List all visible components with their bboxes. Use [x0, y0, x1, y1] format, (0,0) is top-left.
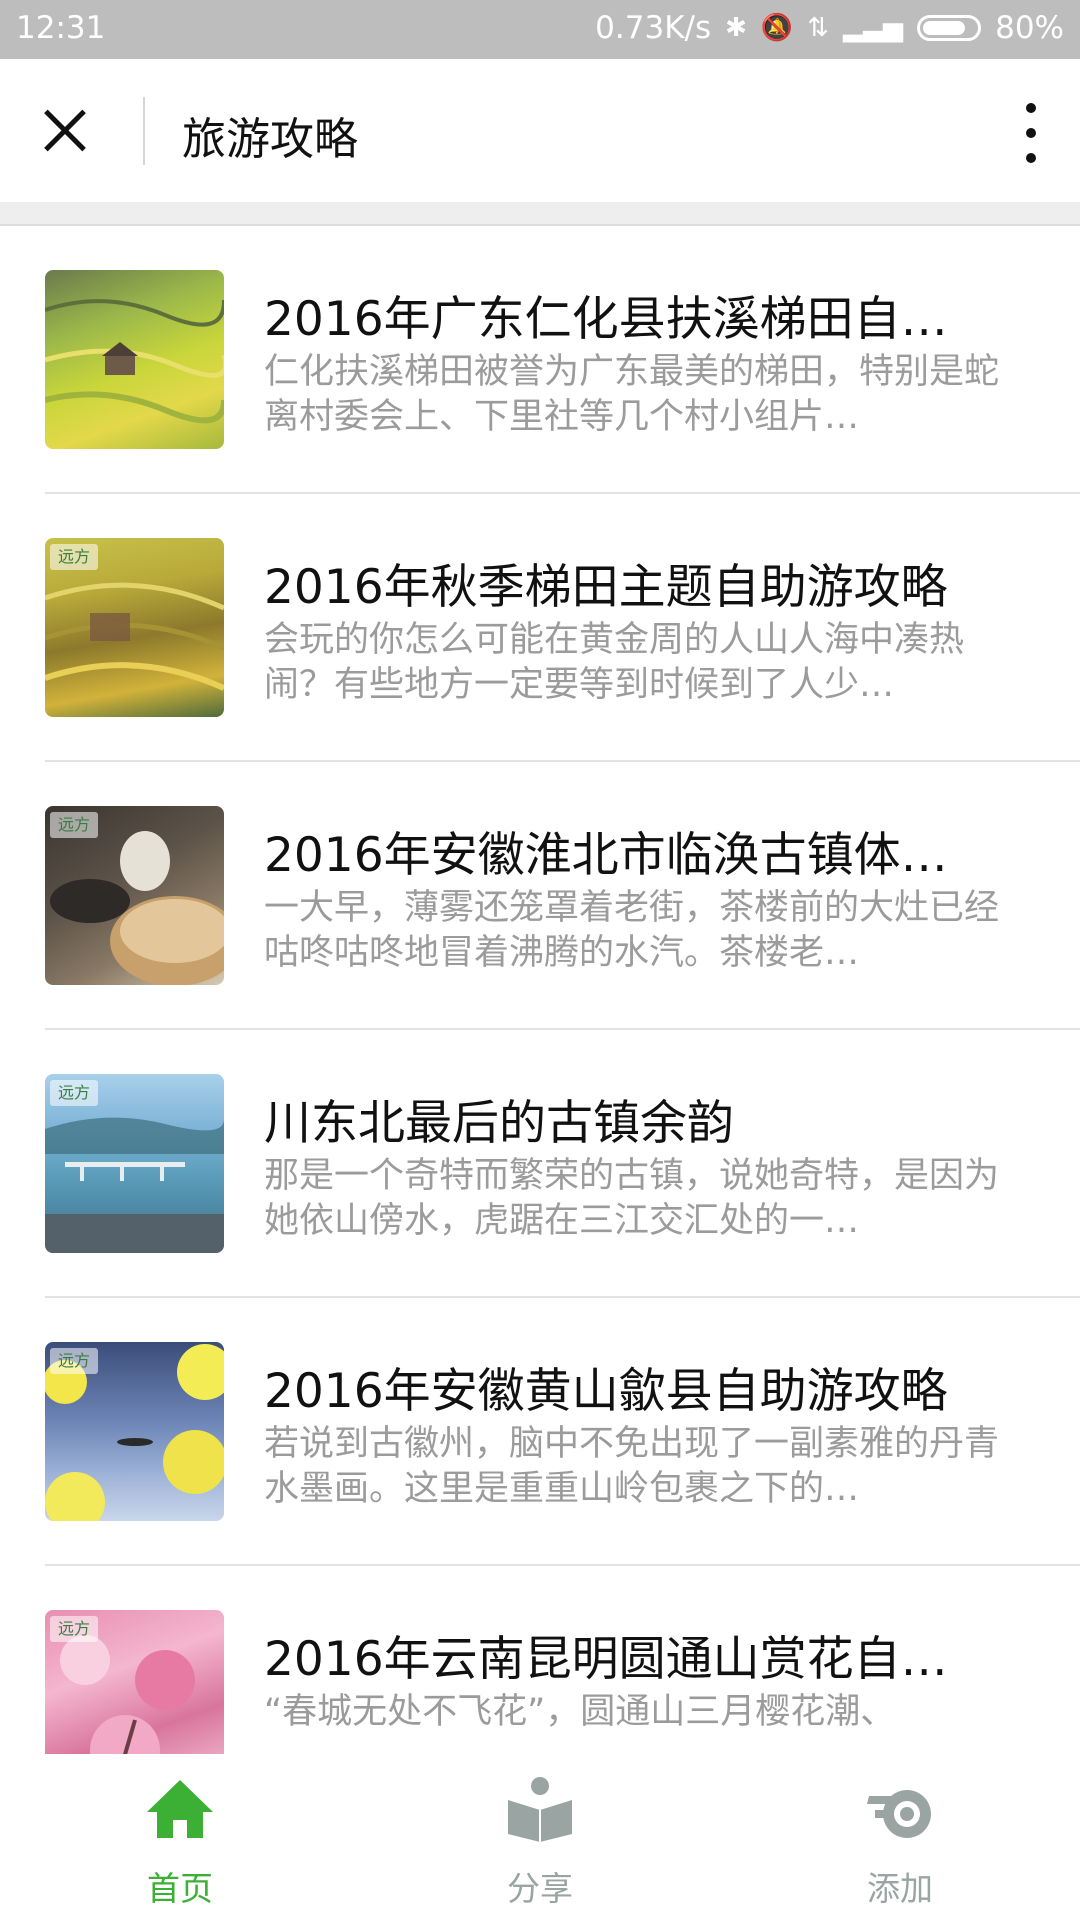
article-thumbnail [45, 270, 224, 449]
article-summary: 会玩的你怎么可能在黄金周的人山人海中凑热闹？有些地方一定要等到时候到了人少… [264, 620, 965, 705]
tab-bar: 首页 分享 添加 [0, 1754, 1080, 1920]
battery-percent: 80% [995, 10, 1064, 46]
list-item[interactable]: 远方 2016年云南昆明圆通山赏花自… “春城无处不飞花”，圆通山三月樱花潮、 [0, 1566, 1080, 1754]
battery-icon [917, 15, 982, 41]
article-summary: 那是一个奇特而繁荣的古镇，说她奇特，是因为她依山傍水，虎踞在三江交汇处的一… [264, 1156, 1000, 1241]
article-title: 2016年安徽淮北市临涣古镇体… [264, 828, 948, 883]
article-thumbnail: 远方 [45, 1074, 224, 1253]
article-title: 2016年安徽黄山歙县自助游攻略 [264, 1364, 948, 1419]
bluetooth-icon: ✱ [725, 13, 747, 43]
list-item[interactable]: 远方 2016年安徽淮北市临涣古镇体… 一大早，薄雾还笼罩着老街，茶楼前的大灶已… [0, 762, 1080, 1030]
nav-divider [143, 97, 145, 165]
article-summary: 一大早，薄雾还笼罩着老街，茶楼前的大灶已经咕咚咕咚地冒着沸腾的水汽。茶楼老… [264, 888, 1000, 973]
signal-icon: ▂▃▅ [843, 13, 904, 43]
brand-logo: 远方 [50, 812, 98, 838]
article-summary: 若说到古徽州，脑中不免出现了一副素雅的丹青水墨画。这里是重重山岭包裹之下的… [264, 1424, 1000, 1509]
page-title: 旅游攻略 [182, 114, 358, 165]
mute-icon: 🔕 [760, 13, 794, 43]
list-item[interactable]: 远方 2016年安徽黄山歙县自助游攻略 若说到古徽州，脑中不免出现了一副素雅的丹… [0, 1298, 1080, 1566]
nav-bar: 旅游攻略 [0, 59, 1080, 202]
brand-logo: 远方 [50, 1348, 98, 1374]
status-time: 12:31 [16, 10, 106, 46]
brand-logo: 远方 [50, 1080, 98, 1106]
home-icon [147, 1780, 213, 1838]
tab-share[interactable]: 分享 [440, 1754, 640, 1920]
add-blender-icon [867, 1790, 931, 1838]
article-summary: 仁化扶溪梯田被誉为广东最美的梯田，特别是蛇离村委会上、下里社等几个村小组片… [264, 352, 1000, 437]
list-item[interactable]: 远方 川东北最后的古镇余韵 那是一个奇特而繁荣的古镇，说她奇特，是因为她依山傍水… [0, 1030, 1080, 1298]
article-thumbnail: 远方 [45, 538, 224, 717]
list-item[interactable]: 2016年广东仁化县扶溪梯田自… 仁化扶溪梯田被誉为广东最美的梯田，特别是蛇离村… [0, 226, 1080, 494]
article-thumbnail: 远方 [45, 1342, 224, 1521]
article-list: 2016年广东仁化县扶溪梯田自… 仁化扶溪梯田被誉为广东最美的梯田，特别是蛇离村… [0, 226, 1080, 1754]
article-title: 2016年秋季梯田主题自助游攻略 [264, 560, 948, 615]
list-item[interactable]: 远方 2016年秋季梯田主题自助游攻略 会玩的你怎么可能在黄金周的人山人海中凑热… [0, 494, 1080, 762]
article-thumbnail: 远方 [45, 806, 224, 985]
tab-label: 分享 [507, 1869, 573, 1908]
net-speed: 0.73K/s [595, 10, 712, 46]
article-title: 2016年广东仁化县扶溪梯田自… [264, 292, 948, 347]
article-title: 2016年云南昆明圆通山赏花自… [264, 1632, 948, 1687]
data-transfer-icon: ⇅ [807, 13, 830, 43]
share-book-icon [508, 1777, 572, 1842]
tab-label: 首页 [147, 1869, 213, 1908]
article-title: 川东北最后的古镇余韵 [264, 1096, 734, 1151]
status-bar: 12:31 0.73K/s ✱ 🔕 ⇅ ▂▃▅ 80% [0, 0, 1080, 59]
tab-add[interactable]: 添加 [800, 1754, 1000, 1920]
brand-logo: 远方 [50, 544, 98, 570]
article-thumbnail: 远方 [45, 1610, 224, 1754]
brand-logo: 远方 [50, 1616, 98, 1642]
close-icon[interactable] [32, 91, 112, 171]
more-vertical-icon[interactable] [990, 83, 1070, 183]
status-right: 0.73K/s ✱ 🔕 ⇅ ▂▃▅ 80% [595, 10, 1064, 46]
tab-home[interactable]: 首页 [80, 1754, 280, 1920]
article-summary: “春城无处不飞花”，圆通山三月樱花潮、 [264, 1692, 896, 1732]
tab-label: 添加 [867, 1869, 933, 1908]
header-divider [0, 202, 1080, 226]
